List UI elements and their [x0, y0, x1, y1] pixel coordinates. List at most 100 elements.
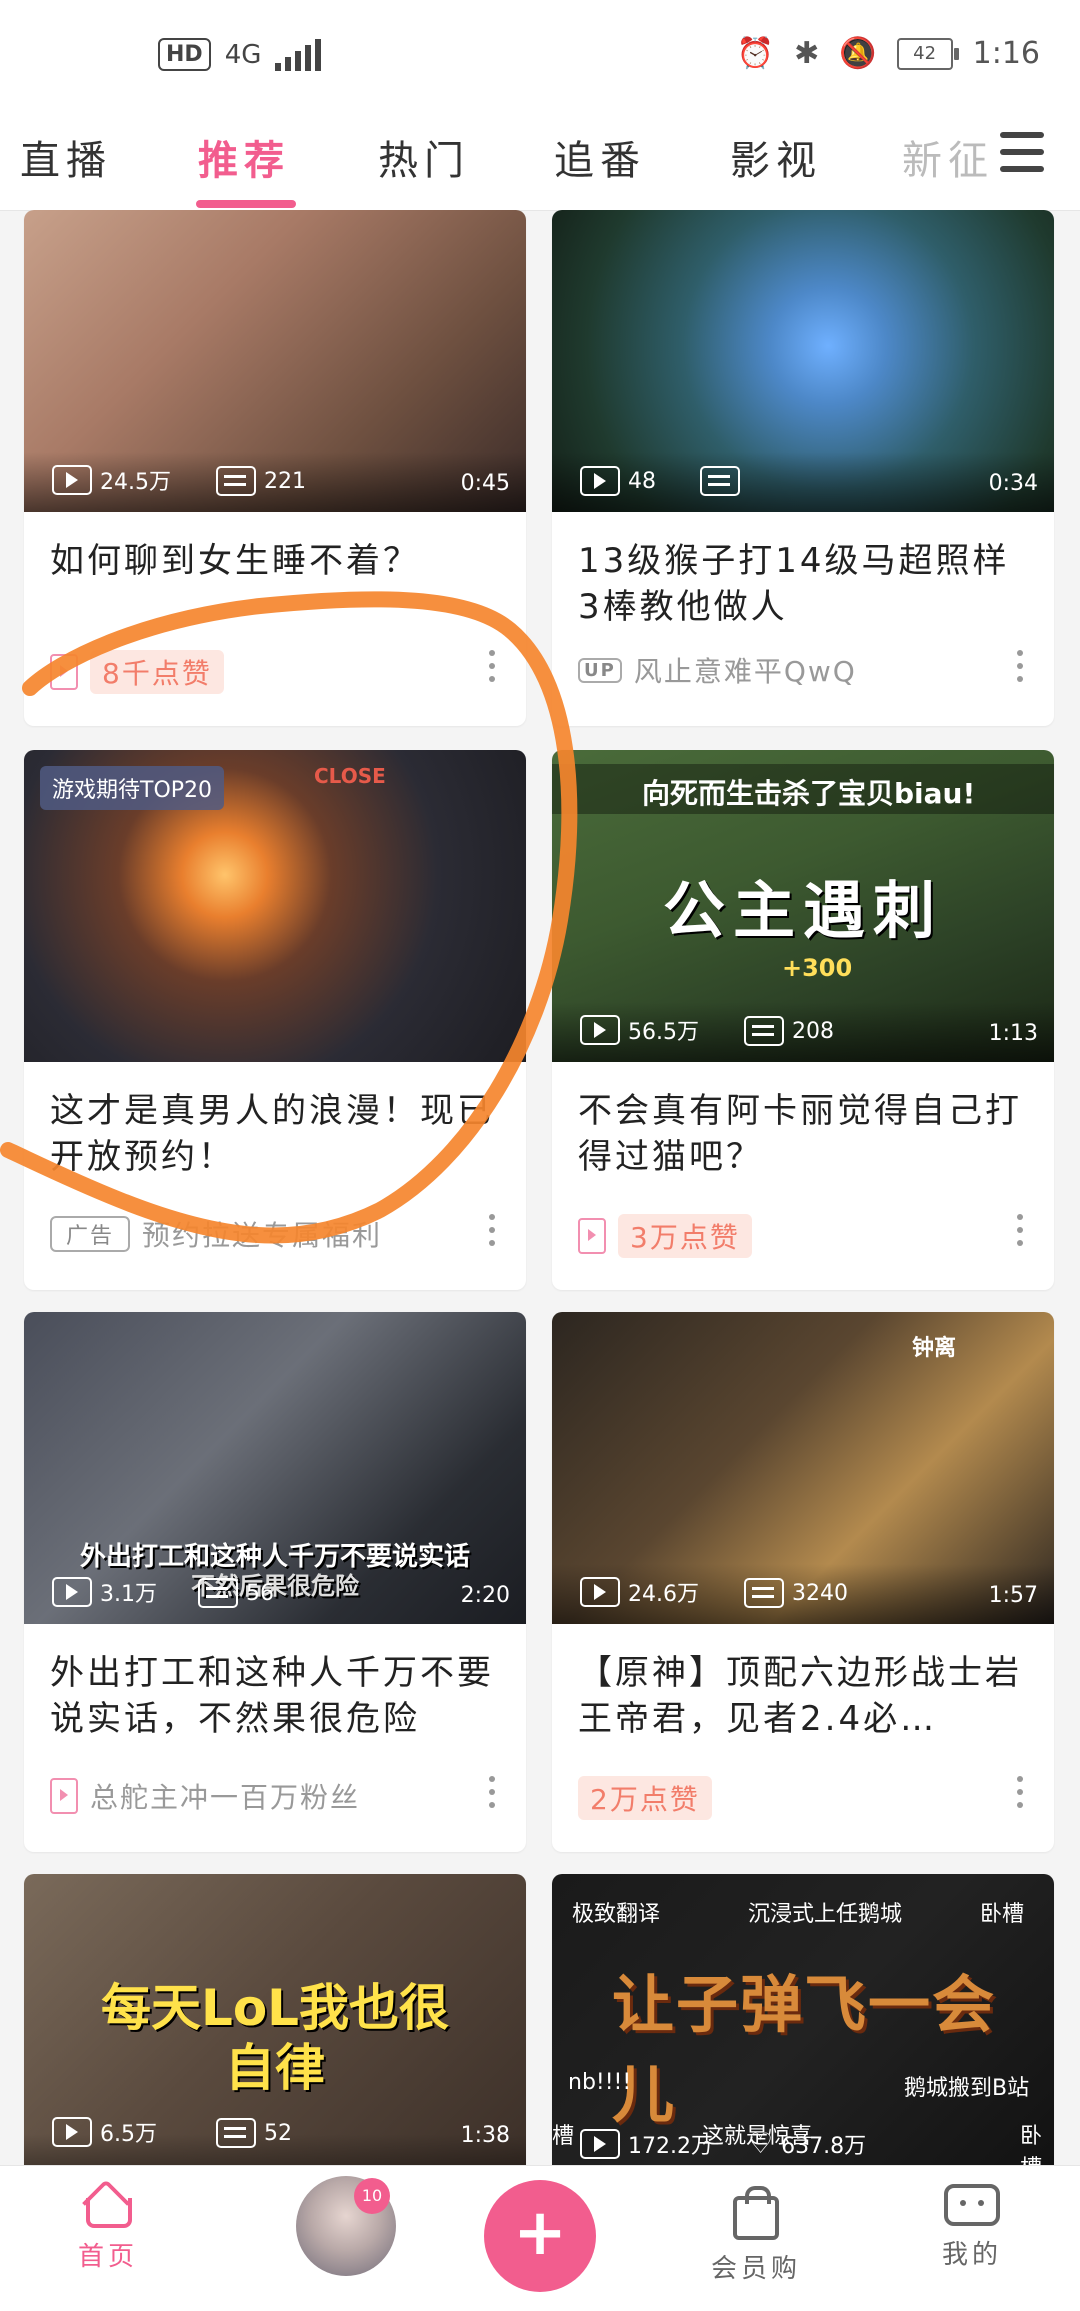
danmaku-icon [700, 466, 740, 496]
like-badge: 8千点赞 [90, 650, 224, 694]
video-meta: UP 风止意难平QwQ [578, 650, 857, 690]
ad-card[interactable]: 游戏期待TOP20 CLOSE 这才是真男人的浪漫！现已开放预约！ 广告 预约拉… [24, 750, 526, 1290]
publish-button[interactable]: + [484, 2180, 596, 2292]
video-thumbnail[interactable]: 向死而生击杀了宝贝biau! 公主遇刺 +300 56.5万 208 1:13 [552, 750, 1054, 1062]
ad-thumbnail[interactable]: 游戏期待TOP20 CLOSE [24, 750, 526, 1062]
tab-new[interactable]: 新征 [902, 128, 994, 186]
tv-icon [944, 2184, 1000, 2226]
avatar-badge: 10 [354, 2178, 390, 2214]
tab-recommend[interactable]: 推荐 [198, 128, 290, 186]
like-badge: 2万点赞 [578, 1776, 712, 1820]
play-count: 6.5万 [52, 2116, 157, 2148]
video-card[interactable]: 外出打工和这种人千万不要说实话 不然后果很危险 3.1万 56 2:20 外出打… [24, 1312, 526, 1852]
video-card[interactable]: 每天LoL我也很自律 6.5万 52 1:38 [24, 1874, 526, 2165]
active-tab-indicator [196, 200, 296, 208]
author-name[interactable]: 总舵主冲一百万粉丝 [90, 1776, 360, 1816]
tab-anime[interactable]: 追番 [554, 128, 646, 186]
video-duration: 1:38 [460, 2123, 510, 2148]
more-options-icon[interactable] [1016, 650, 1024, 682]
top-tabs: 直播 推荐 热门 追番 影视 新征 [0, 110, 1080, 211]
video-thumbnail[interactable]: 外出打工和这种人千万不要说实话 不然后果很危险 3.1万 56 2:20 [24, 1312, 526, 1624]
play-count: 3.1万 [52, 1576, 157, 1608]
video-thumbnail[interactable]: 48 0:34 [552, 210, 1054, 512]
video-card[interactable]: 24.5万 221 0:45 如何聊到女生睡不着？ 8千点赞 [24, 210, 526, 726]
danmaku-text: 极致翻译 [572, 1902, 661, 1927]
more-options-icon[interactable] [1016, 1214, 1024, 1246]
video-thumbnail[interactable]: 极致翻译 沉浸式上任鹅城 卧槽 让子弹飞一会儿 nb!!!! 鹅城搬到B站 槽 … [552, 1874, 1054, 2165]
heart-icon: ♡ [748, 2127, 774, 2160]
play-icon [52, 465, 92, 495]
danmaku-text: nb!!!! [568, 2070, 632, 2095]
thumb-caption: 公主遇刺 [662, 874, 943, 947]
video-duration: 0:45 [460, 471, 510, 496]
shopping-bag-icon [733, 2186, 779, 2240]
video-card[interactable]: 极致翻译 沉浸式上任鹅城 卧槽 让子弹飞一会儿 nb!!!! 鹅城搬到B站 槽 … [552, 1874, 1054, 2165]
play-icon [580, 1015, 620, 1045]
tab-movies[interactable]: 影视 [730, 128, 822, 186]
more-options-icon[interactable] [488, 650, 496, 682]
hd-icon: HD [158, 38, 211, 71]
danmaku-text: 卧槽 [980, 1902, 1025, 1927]
more-options-icon[interactable] [488, 1214, 496, 1246]
thumb-caption: 让子弹飞一会儿 [612, 1968, 997, 2131]
video-icon [578, 1218, 606, 1254]
danmaku-icon [744, 1578, 784, 1608]
bonus-text: +300 [782, 954, 853, 982]
play-icon [52, 2117, 92, 2147]
danmaku-icon [216, 466, 256, 496]
network-label: 4G [224, 39, 262, 70]
danmaku-count: 3240 [744, 1578, 848, 1608]
bottom-nav: 首页 10 + 会员购 我的 [0, 2165, 1080, 2311]
video-title[interactable]: 如何聊到女生睡不着？ [50, 538, 500, 584]
kill-banner: 向死而生击杀了宝贝biau! [642, 777, 976, 810]
status-left: HD 4G [158, 38, 322, 71]
video-title[interactable]: 13级猴子打14级马超照样3棒教他做人 [578, 538, 1028, 630]
play-count: 48 [580, 466, 656, 496]
play-count: 56.5万 [580, 1014, 699, 1046]
nav-mine[interactable]: 我的 [912, 2184, 1032, 2271]
video-meta: 8千点赞 [50, 650, 224, 694]
video-thumbnail[interactable]: 每天LoL我也很自律 6.5万 52 1:38 [24, 1874, 526, 2165]
danmaku-count: 52 [216, 2118, 292, 2148]
video-meta: 总舵主冲一百万粉丝 [50, 1776, 360, 1816]
character-name: 钟离 [912, 1336, 957, 1361]
video-card[interactable]: 钟离 24.6万 3240 1:57 【原神】顶配六边形战士岩王帝君，见者2.4… [552, 1312, 1054, 1852]
ad-label: 广告 [50, 1216, 131, 1252]
author-name[interactable]: 风止意难平QwQ [634, 650, 857, 690]
danmaku-text: 槽 [552, 2124, 575, 2149]
tab-hot[interactable]: 热门 [378, 128, 470, 186]
ad-meta: 广告 预约拉送专属福利 [50, 1214, 382, 1254]
video-feed[interactable]: 24.5万 221 0:45 如何聊到女生睡不着？ 8千点赞 48 0:34 1… [0, 210, 1080, 2165]
video-title[interactable]: 外出打工和这种人千万不要说实话，不然果很危险 [50, 1650, 500, 1742]
more-options-icon[interactable] [1016, 1776, 1024, 1808]
play-count: 24.6万 [580, 1576, 699, 1608]
menu-icon[interactable] [1000, 132, 1044, 172]
video-thumbnail[interactable]: 钟离 24.6万 3240 1:57 [552, 1312, 1054, 1624]
video-card[interactable]: 48 0:34 13级猴子打14级马超照样3棒教他做人 UP 风止意难平QwQ [552, 210, 1054, 726]
video-icon [50, 1778, 78, 1814]
battery-icon: 42 [896, 37, 959, 70]
thumb-close-text: CLOSE [314, 764, 386, 788]
alarm-icon: ⏰ [736, 36, 775, 71]
video-title[interactable]: 不会真有阿卡丽觉得自己打得过猫吧？ [578, 1088, 1028, 1180]
video-duration: 1:57 [988, 1583, 1038, 1608]
video-meta: 2万点赞 [578, 1776, 712, 1820]
play-count: 24.5万 [52, 464, 171, 496]
tab-live[interactable]: 直播 [20, 128, 112, 186]
danmaku-count: 208 [744, 1016, 834, 1046]
video-title[interactable]: 【原神】顶配六边形战士岩王帝君，见者2.4必… [578, 1650, 1028, 1742]
danmaku-icon [216, 2118, 256, 2148]
play-icon [580, 466, 620, 496]
status-bar: HD 4G ⏰ ✱ 🔕 42 1:16 [0, 0, 1080, 110]
nav-shop[interactable]: 会员购 [696, 2184, 816, 2285]
play-icon [580, 2129, 620, 2159]
nav-home[interactable]: 首页 [48, 2184, 168, 2273]
bluetooth-icon: ✱ [794, 36, 820, 71]
video-duration: 2:20 [460, 1583, 510, 1608]
ad-title[interactable]: 这才是真男人的浪漫！现已开放预约！ [50, 1088, 500, 1180]
video-duration: 0:34 [988, 471, 1038, 496]
more-options-icon[interactable] [488, 1776, 496, 1808]
video-card[interactable]: 向死而生击杀了宝贝biau! 公主遇刺 +300 56.5万 208 1:13 … [552, 750, 1054, 1290]
like-count: ♡ 637.8万 [748, 2127, 867, 2160]
video-thumbnail[interactable]: 24.5万 221 0:45 [24, 210, 526, 512]
